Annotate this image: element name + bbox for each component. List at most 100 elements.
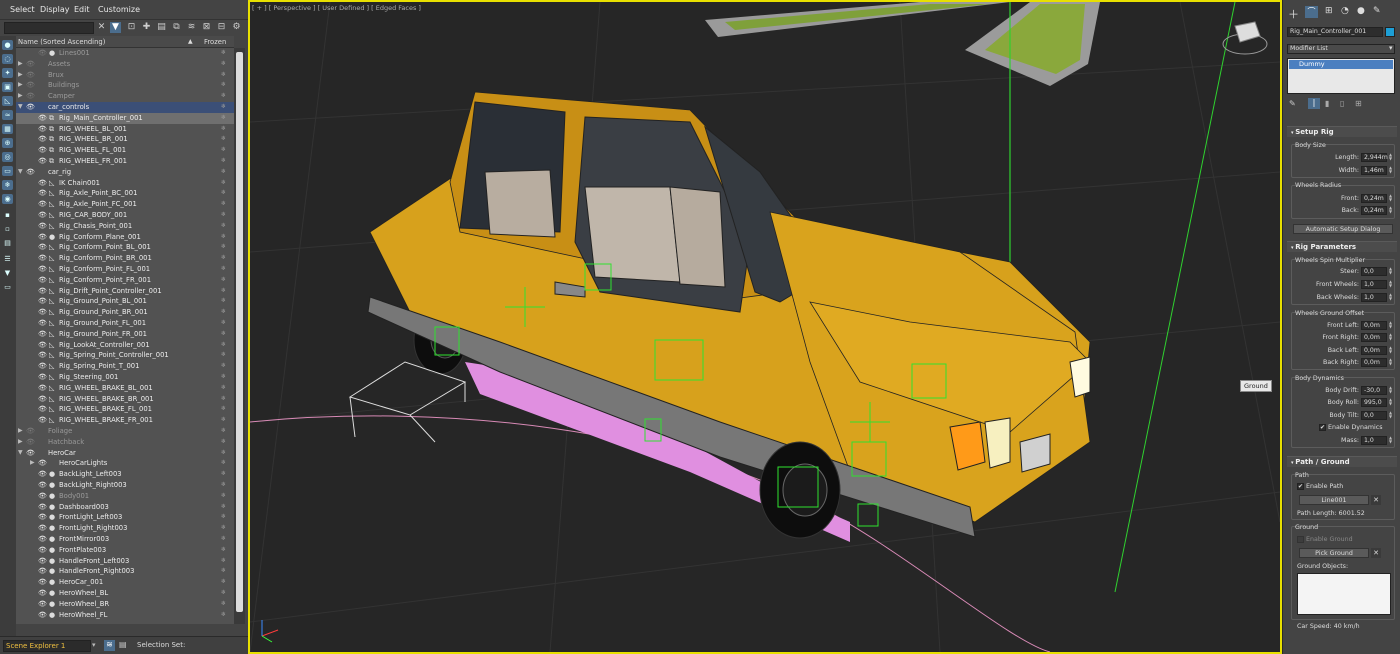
object-row[interactable]: 👁︎ ◺ Rig_Axle_Point_BC_001 ❄ (16, 188, 234, 199)
viewport-perspective[interactable]: [ + ] [ Perspective ] [ User Defined ] [… (248, 0, 1282, 654)
freeze-icon[interactable]: ❄ (221, 469, 226, 480)
freeze-icon[interactable]: ❄ (221, 480, 226, 491)
back-radius-field[interactable]: 0,24m (1361, 206, 1387, 215)
visibility-eye-icon[interactable]: 👁︎ (38, 404, 47, 415)
pin-stack-icon[interactable]: ✎ (1289, 99, 1296, 108)
hierarchy-toggle-icon[interactable]: ▤ (119, 640, 127, 649)
visibility-eye-icon[interactable]: 👁︎ (26, 80, 35, 91)
object-row[interactable]: 👁︎ ◺ RIG_WHEEL_BRAKE_FR_001 ❄ (16, 415, 234, 426)
front-left-spinner-icon[interactable]: ▲ ▼ (1389, 321, 1393, 330)
search-input[interactable] (4, 22, 94, 34)
visibility-eye-icon[interactable]: 👁︎ (38, 372, 47, 383)
object-row[interactable]: 👁︎ ◺ Rig_Ground_Point_FL_001 ❄ (16, 318, 234, 329)
scene-explorer-scrollbar[interactable] (234, 48, 245, 624)
visibility-eye-icon[interactable]: 👁︎ (38, 286, 47, 297)
steer-spinner-icon[interactable]: ▲ ▼ (1389, 267, 1393, 276)
visibility-eye-icon[interactable]: 👁︎ (38, 599, 47, 610)
find-icon[interactable]: ☰ (2, 254, 13, 264)
visibility-eye-icon[interactable]: 👁︎ (38, 329, 47, 340)
visibility-eye-icon[interactable]: 👁︎ (38, 134, 47, 145)
object-row[interactable]: 👁︎ ◺ IK Chain001 ❄ (16, 178, 234, 189)
front-wheels-field[interactable]: 1,0 (1361, 280, 1387, 289)
viewport-label[interactable]: [ + ] [ Perspective ] [ User Defined ] [… (252, 4, 421, 12)
freeze-icon[interactable]: ❄ (221, 588, 226, 599)
name-column-header[interactable]: Name (Sorted Ascending) (18, 38, 105, 46)
back-right-spinner-icon[interactable]: ▲ ▼ (1389, 358, 1393, 367)
clear-search-icon[interactable]: ✕ (96, 22, 107, 33)
stack-item-dummy[interactable]: Dummy (1289, 60, 1393, 69)
expand-arrow-icon[interactable]: ▶ (18, 437, 23, 448)
freeze-icon[interactable]: ❄ (221, 534, 226, 545)
object-row[interactable]: 👁︎ ⧉ RIG_WHEEL_FR_001 ❄ (16, 156, 234, 167)
visibility-eye-icon[interactable]: 👁︎ (38, 480, 47, 491)
freeze-icon[interactable]: ❄ (221, 318, 226, 329)
freeze-icon[interactable]: ❄ (221, 80, 226, 91)
freeze-icon[interactable]: ❄ (221, 415, 226, 426)
object-row[interactable]: 👁︎ ◺ Rig_Axle_Point_FC_001 ❄ (16, 199, 234, 210)
visibility-eye-icon[interactable]: 👁︎ (38, 340, 47, 351)
object-row[interactable]: 👁︎ ● BackLight_Left003 ❄ (16, 469, 234, 480)
back-radius-spinner-icon[interactable]: ▲ ▼ (1389, 206, 1393, 215)
bone-filter-icon[interactable]: ◎ (2, 152, 13, 162)
mass-field[interactable]: 1,0 (1361, 436, 1387, 445)
visibility-eye-icon[interactable]: 👁︎ (38, 512, 47, 523)
body-roll-field[interactable]: 995,0 (1361, 398, 1387, 407)
freeze-icon[interactable]: ❄ (221, 253, 226, 264)
object-row[interactable]: ▶ 👁︎ HeroCarLights ❄ (16, 458, 234, 469)
hierarchy-icon[interactable]: ⧉ (171, 22, 182, 33)
freeze-icon[interactable]: ❄ (221, 394, 226, 405)
visibility-eye-icon[interactable]: 👁︎ (38, 124, 47, 135)
expand-arrow-icon[interactable]: ▶ (18, 59, 23, 70)
object-row[interactable]: 👁︎ ● HandleFront_Right003 ❄ (16, 566, 234, 577)
enable-ground-checkbox[interactable] (1297, 536, 1304, 543)
visibility-eye-icon[interactable]: 👁︎ (38, 113, 47, 124)
path-ground-rollout[interactable]: ▾ Path / Ground (1287, 456, 1397, 467)
front-radius-field[interactable]: 0,24m (1361, 194, 1387, 203)
object-row[interactable]: 👁︎ ◺ Rig_Ground_Point_BL_001 ❄ (16, 296, 234, 307)
freeze-icon[interactable]: ❄ (221, 91, 226, 102)
visibility-eye-icon[interactable]: 👁︎ (38, 264, 47, 275)
body-tilt-spinner-icon[interactable]: ▲ ▼ (1389, 411, 1393, 420)
light-filter-icon[interactable]: ✦ (2, 68, 13, 78)
object-row[interactable]: 👁︎ ◺ Rig_Spring_Point_Controller_001 ❄ (16, 350, 234, 361)
rig-parameters-rollout[interactable]: ▾ Rig Parameters (1287, 241, 1397, 252)
spacewarp-filter-icon[interactable]: ≈ (2, 110, 13, 120)
motion-tab-icon[interactable]: ◔ (1341, 6, 1349, 16)
enable-path-checkbox[interactable]: ✔ (1297, 483, 1304, 490)
back-left-field[interactable]: 0,0m (1361, 346, 1387, 355)
freeze-icon[interactable]: ❄ (221, 340, 226, 351)
expand-arrow-icon[interactable]: ▶ (18, 70, 23, 81)
visibility-eye-icon[interactable]: 👁︎ (26, 437, 35, 448)
object-row[interactable]: 👁︎ ◺ Rig_Ground_Point_BR_001 ❄ (16, 307, 234, 318)
object-row[interactable]: 👁︎ ◺ Rig_Conform_Point_FL_001 ❄ (16, 264, 234, 275)
object-row[interactable]: 👁︎ ◺ RIG_WHEEL_BRAKE_BR_001 ❄ (16, 394, 234, 405)
visibility-eye-icon[interactable]: 👁︎ (26, 426, 35, 437)
display-all-icon[interactable]: ▪ (2, 210, 13, 220)
freeze-icon[interactable]: ❄ (221, 221, 226, 232)
visibility-eye-icon[interactable]: 👁︎ (38, 523, 47, 534)
freeze-icon[interactable]: ❄ (221, 383, 226, 394)
visibility-eye-icon[interactable]: 👁︎ (38, 156, 47, 167)
layer-row[interactable]: ▶ 👁︎ Foliage ❄ (16, 426, 234, 437)
body-drift-field[interactable]: -30,0 (1361, 386, 1387, 395)
visibility-eye-icon[interactable]: 👁︎ (38, 458, 47, 469)
back-wheels-spinner-icon[interactable]: ▲ ▼ (1389, 293, 1393, 302)
freeze-icon[interactable]: ❄ (221, 545, 226, 556)
visibility-eye-icon[interactable]: 👁︎ (38, 361, 47, 372)
front-radius-spinner-icon[interactable]: ▲ ▼ (1389, 194, 1393, 203)
expand-arrow-icon[interactable]: ▶ (18, 426, 23, 437)
width-field[interactable]: 1,46m (1361, 166, 1387, 175)
create-tab-icon[interactable]: ＋ (1288, 6, 1299, 22)
layer-row[interactable]: ▶ 👁︎ Hatchback ❄ (16, 437, 234, 448)
collapse-arrow-icon[interactable]: ▼ (18, 102, 23, 113)
body-drift-spinner-icon[interactable]: ▲ ▼ (1389, 386, 1393, 395)
clear-path-icon[interactable]: ✕ (1371, 495, 1381, 505)
object-row[interactable]: 👁︎ ● Body001 ❄ (16, 491, 234, 502)
freeze-icon[interactable]: ❄ (221, 113, 226, 124)
visibility-eye-icon[interactable]: 👁︎ (38, 491, 47, 502)
visibility-eye-icon[interactable]: 👁︎ (38, 318, 47, 329)
object-row[interactable]: 👁︎ ◺ Rig_LookAt_Controller_001 ❄ (16, 340, 234, 351)
visibility-eye-icon[interactable]: 👁︎ (38, 394, 47, 405)
object-row[interactable]: 👁︎ ◺ RIG_WHEEL_BRAKE_FL_001 ❄ (16, 404, 234, 415)
freeze-icon[interactable]: ❄ (221, 502, 226, 513)
